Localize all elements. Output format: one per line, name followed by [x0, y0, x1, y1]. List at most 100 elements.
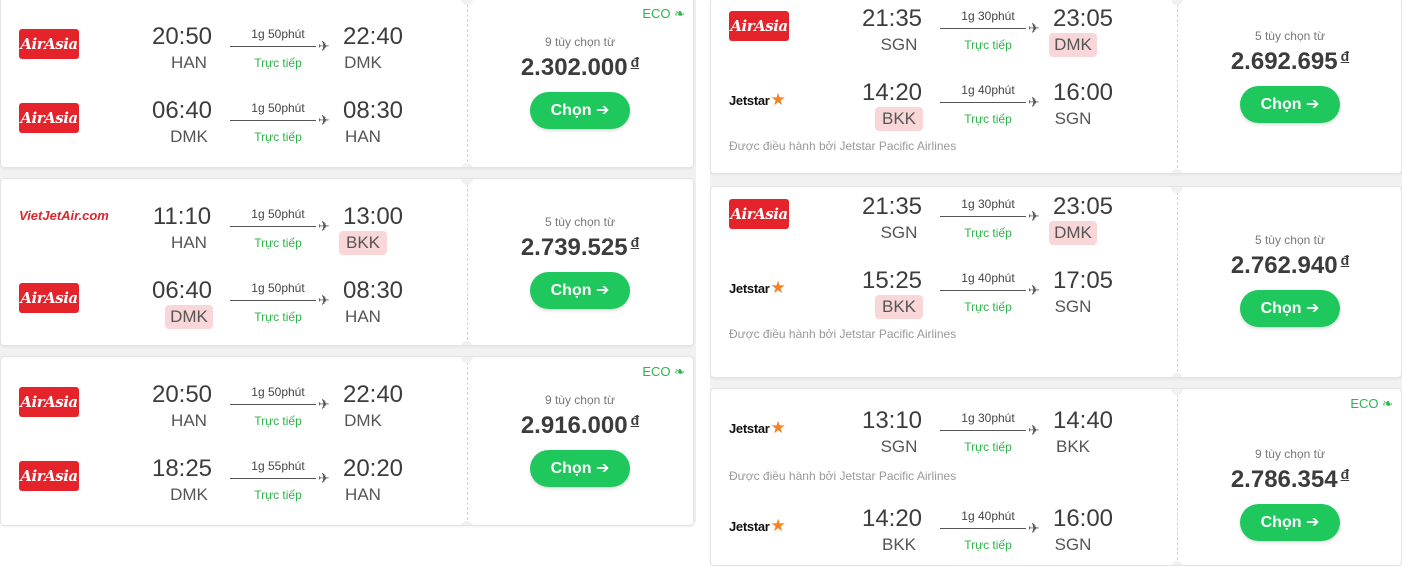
route-line	[230, 300, 316, 301]
price-value: 2.692.695	[1230, 48, 1338, 75]
leaf-icon: ❧	[670, 6, 685, 21]
leaf-icon: ❧	[1378, 396, 1393, 411]
choose-button-label: Chọn	[1260, 96, 1302, 113]
jetstar-logo: Jetstar ★	[729, 273, 799, 303]
airplane-icon: ✈	[1028, 422, 1040, 438]
choose-button-label: Chọn	[1260, 514, 1302, 531]
flight-result-card: VietJetAir.com 11:10 HAN 1g 50phút ✈ Trực tiế…	[0, 178, 694, 346]
direct-flight-label: Trực tiếp	[964, 226, 1012, 240]
arrival-time: 23:05	[1052, 5, 1114, 32]
arrival-airport: DMK	[344, 53, 382, 72]
currency-symbol: đ	[1340, 466, 1350, 482]
departure-airport: DMK	[170, 485, 208, 504]
price-panel: 5 tùy chọn từ 2.762.940 đ Chọn ➔	[1177, 233, 1401, 327]
arrival-time: 08:30	[342, 277, 404, 304]
flight-duration: 1g 30phút	[961, 411, 1015, 425]
choose-button-label: Chọn	[550, 102, 592, 119]
choose-button[interactable]: Chọn ➔	[1240, 504, 1340, 541]
airplane-icon: ✈	[318, 218, 330, 234]
arrival-airport: SGN	[1054, 297, 1092, 316]
airplane-icon: ✈	[318, 292, 330, 308]
airasia-logo: AirAsia	[19, 29, 79, 59]
results-column-right: AirAsia 21:35 SGN 1g 30phút ✈ Trực tiếp 23:05 D…	[710, 0, 1402, 566]
leaf-icon: ❧	[670, 364, 685, 379]
departure-time: 06:40	[151, 97, 213, 124]
route-line	[940, 102, 1026, 103]
flight-duration: 1g 30phút	[961, 9, 1015, 23]
card-notch	[1171, 373, 1183, 377]
card-notch	[461, 341, 473, 345]
flight-leg: AirAsia 06:40 DMK 1g 50phút ✈ Trực tiếp 08:30 H…	[19, 97, 439, 157]
choose-button[interactable]: Chọn ➔	[530, 92, 630, 129]
eco-badge: ECO ❧	[1350, 396, 1393, 412]
route-line	[940, 290, 1026, 291]
flight-leg: AirAsia 21:35 SGN 1g 30phút ✈ Trực tiếp 23:05 D…	[729, 5, 1149, 65]
airplane-icon: ✈	[1028, 208, 1040, 224]
departure-time: 13:10	[861, 407, 923, 434]
departure-airport: SGN	[880, 223, 918, 242]
currency-symbol: đ	[630, 234, 640, 250]
airplane-icon: ✈	[318, 470, 330, 486]
price-value: 2.302.000	[520, 54, 628, 81]
card-notch	[461, 163, 473, 167]
choose-button[interactable]: Chọn ➔	[1240, 290, 1340, 327]
options-count: 5 tùy chọn từ	[1254, 233, 1326, 247]
direct-flight-label: Trực tiếp	[964, 300, 1012, 314]
flight-leg: AirAsia 21:35 SGN 1g 30phút ✈ Trực tiếp 23:05 D…	[729, 193, 1149, 253]
airline-logo-text: Jetstar	[729, 280, 770, 296]
arrival-time: 13:00	[342, 203, 404, 230]
flight-duration: 1g 40phút	[961, 509, 1015, 523]
airline-logo-text: VietJetAir.com	[19, 208, 109, 223]
airline-logo-text: AirAsia	[20, 289, 78, 307]
airasia-logo: AirAsia	[729, 11, 789, 41]
flight-leg: AirAsia 20:50 HAN 1g 50phút ✈ Trực tiếp 22:40 D…	[19, 381, 439, 441]
airplane-icon: ✈	[1028, 520, 1040, 536]
direct-flight-label: Trực tiếp	[254, 236, 302, 250]
vietjet-logo: VietJetAir.com	[19, 207, 109, 241]
departure-time: 20:50	[151, 23, 213, 50]
jetstar-logo: Jetstar ★	[729, 85, 799, 115]
price-panel: 5 tùy chọn từ 2.692.695 đ Chọn ➔	[1177, 29, 1401, 123]
airplane-icon: ✈	[1028, 20, 1040, 36]
flight-leg: AirAsia 20:50 HAN 1g 50phút ✈ Trực tiếp 22:40 D…	[19, 23, 439, 83]
arrival-time: 23:05	[1052, 193, 1114, 220]
departure-airport: BKK	[875, 107, 923, 131]
price-value: 2.762.940	[1230, 252, 1338, 279]
airasia-logo: AirAsia	[19, 103, 79, 133]
departure-time: 18:25	[151, 455, 213, 482]
options-count: 9 tùy chọn từ	[544, 393, 616, 407]
currency-symbol: đ	[630, 412, 640, 428]
departure-airport: BKK	[881, 535, 917, 554]
choose-button-label: Chọn	[1260, 300, 1302, 317]
flight-duration: 1g 50phút	[251, 27, 305, 41]
card-notch	[1171, 187, 1183, 193]
airline-logo-text: Jetstar	[729, 518, 770, 534]
jetstar-logo: Jetstar ★	[729, 413, 799, 443]
choose-button[interactable]: Chọn ➔	[1240, 86, 1340, 123]
options-count: 9 tùy chọn từ	[544, 35, 616, 49]
card-notch	[461, 357, 473, 363]
price-panel: 9 tùy chọn từ 2.302.000 đ Chọn ➔	[467, 35, 693, 129]
arrival-airport: BKK	[1055, 437, 1091, 456]
airplane-icon: ✈	[318, 38, 330, 54]
arrival-airport: HAN	[345, 485, 381, 504]
price-value: 2.786.354	[1230, 466, 1338, 493]
direct-flight-label: Trực tiếp	[964, 440, 1012, 454]
route-line	[940, 216, 1026, 217]
departure-time: 20:50	[151, 381, 213, 408]
direct-flight-label: Trực tiếp	[964, 538, 1012, 552]
card-notch	[1171, 169, 1183, 173]
options-count: 5 tùy chọn từ	[1254, 29, 1326, 43]
airline-logo-text: AirAsia	[20, 393, 78, 411]
airplane-icon: ✈	[1028, 282, 1040, 298]
flight-duration: 1g 40phút	[961, 271, 1015, 285]
choose-button[interactable]: Chọn ➔	[530, 272, 630, 309]
flight-result-card: AirAsia 21:35 SGN 1g 30phút ✈ Trực tiếp 23:05 D…	[710, 0, 1402, 174]
star-icon: ★	[770, 90, 786, 109]
flight-result-card: AirAsia 20:50 HAN 1g 50phút ✈ Trực tiếp 22:40 D…	[0, 356, 694, 526]
arrow-right-icon: ➔	[1301, 96, 1320, 113]
departure-time: 06:40	[151, 277, 213, 304]
airline-logo-text: Jetstar	[729, 92, 770, 108]
arrival-time: 20:20	[342, 455, 404, 482]
choose-button[interactable]: Chọn ➔	[530, 450, 630, 487]
